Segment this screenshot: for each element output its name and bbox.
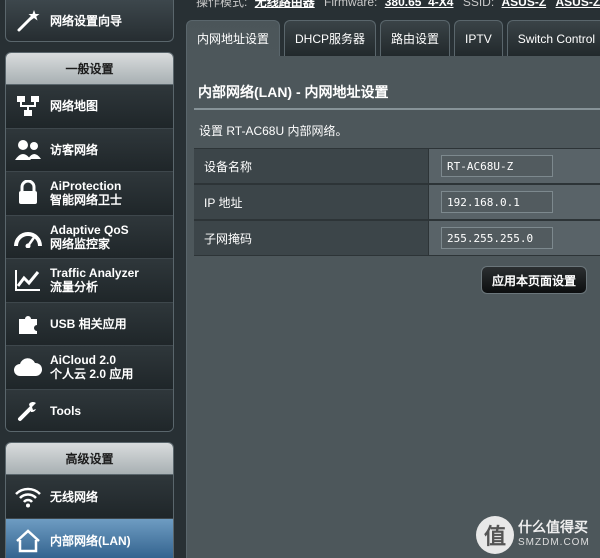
menu-aicloud[interactable]: AiCloud 2.0 个人云 2.0 应用	[6, 346, 173, 390]
watermark-title: 什么值得买	[518, 519, 588, 535]
traffic-chart-icon	[6, 259, 50, 302]
magic-wand-icon	[6, 0, 50, 42]
ip-address-input[interactable]	[441, 191, 553, 213]
watermark-logo-icon: 值	[476, 516, 514, 554]
watermark-url: SMZDM.COM	[518, 537, 590, 548]
menu-label: AiCloud 2.0	[50, 353, 117, 368]
device-name-input[interactable]	[441, 155, 553, 177]
advanced-settings-header: 高级设置	[6, 443, 173, 475]
menu-label: Tools	[50, 403, 82, 418]
page-description: 设置 RT-AC68U 内部网络。	[199, 124, 348, 138]
network-map-icon	[6, 85, 50, 128]
advanced-settings-group: 高级设置 无线网络 内部网络(LAN)	[5, 442, 174, 558]
menu-sublabel: 网络监控家	[50, 236, 111, 251]
field-label: 设备名称	[194, 149, 429, 183]
apply-button[interactable]: 应用本页面设置	[481, 266, 587, 294]
page-title: 内部网络(LAN) - 内网地址设置	[198, 84, 389, 100]
tab-dhcp-server[interactable]: DHCP服务器	[284, 20, 377, 56]
mode-label: 操作模式:	[196, 0, 248, 8]
menu-label: Adaptive QoS	[50, 222, 129, 237]
lan-ip-panel: 内部网络(LAN) - 内网地址设置 设置 RT-AC68U 内部网络。 设备名…	[186, 56, 600, 558]
gauge-icon	[6, 216, 50, 259]
menu-tools[interactable]: Tools	[6, 389, 173, 432]
field-label: 子网掩码	[194, 221, 429, 255]
menu-guest-network[interactable]: 访客网络	[6, 128, 173, 172]
firmware-link[interactable]: 380.65_4-X4	[385, 0, 454, 8]
ssid-link-5g[interactable]: ASUS-Z-5G	[556, 0, 600, 8]
menu-aiprotection[interactable]: AiProtection 智能网络卫士	[6, 172, 173, 216]
firmware-label: Firmware:	[324, 0, 378, 8]
tab-lan-ip[interactable]: 内网地址设置	[186, 20, 281, 56]
general-settings-group: 一般设置 网络地图 访客网络 AiProtection 智能网络卫士 Adapt…	[5, 52, 174, 432]
home-icon	[6, 519, 50, 558]
sidebar: 网络设置向导 一般设置 网络地图 访客网络 AiProtection 智能网络卫…	[0, 0, 188, 558]
menu-network-map[interactable]: 网络地图	[6, 85, 173, 129]
status-bar: 操作模式: 无线路由器 Firmware: 380.65_4-X4 SSID: …	[188, 0, 600, 8]
lan-tabs: 内网地址设置 DHCP服务器 路由设置 IPTV Switch Control	[186, 20, 600, 56]
menu-label: 内部网络(LAN)	[50, 533, 131, 548]
lock-icon	[6, 172, 50, 215]
field-row-device-name: 设备名称	[194, 148, 600, 184]
menu-traffic-analyzer[interactable]: Traffic Analyzer 流量分析	[6, 259, 173, 303]
menu-sublabel: 智能网络卫士	[50, 193, 123, 208]
watermark: 值 什么值得买 SMZDM.COM	[476, 512, 600, 558]
guest-users-icon	[6, 129, 50, 172]
cloud-icon	[6, 346, 50, 389]
ssid-label: SSID:	[462, 0, 495, 8]
title-divider	[194, 108, 600, 110]
menu-label: Traffic Analyzer	[50, 266, 139, 281]
menu-label: AiProtection	[50, 179, 122, 194]
field-row-ip-address: IP 地址	[194, 184, 600, 220]
quick-internet-setup-button[interactable]: 网络设置向导	[5, 0, 174, 42]
puzzle-icon	[6, 303, 50, 346]
menu-usb-application[interactable]: USB 相关应用	[6, 302, 173, 346]
mode-link[interactable]: 无线路由器	[255, 0, 315, 8]
menu-lan[interactable]: 内部网络(LAN)	[6, 519, 173, 558]
tab-iptv[interactable]: IPTV	[454, 20, 503, 56]
field-label: IP 地址	[194, 185, 429, 219]
menu-label: 网络地图	[50, 99, 99, 114]
menu-adaptive-qos[interactable]: Adaptive QoS 网络监控家	[6, 215, 173, 259]
menu-label: 访客网络	[50, 142, 99, 157]
menu-label: USB 相关应用	[50, 316, 127, 331]
field-row-subnet-mask: 子网掩码	[194, 220, 600, 256]
general-settings-header: 一般设置	[6, 53, 173, 85]
menu-label: 无线网络	[50, 489, 99, 504]
lan-settings-table: 设备名称 IP 地址 子网掩码	[194, 148, 600, 256]
subnet-mask-input[interactable]	[441, 227, 553, 249]
wizard-label: 网络设置向导	[50, 14, 123, 28]
wrench-icon	[6, 390, 50, 432]
menu-wireless[interactable]: 无线网络	[6, 475, 173, 519]
tab-switch-control[interactable]: Switch Control	[506, 20, 600, 56]
menu-sublabel: 流量分析	[50, 280, 99, 295]
ssid-link-24g[interactable]: ASUS-Z	[502, 0, 547, 8]
menu-sublabel: 个人云 2.0 应用	[50, 367, 134, 382]
wifi-icon	[6, 475, 50, 518]
tab-route[interactable]: 路由设置	[380, 20, 451, 56]
